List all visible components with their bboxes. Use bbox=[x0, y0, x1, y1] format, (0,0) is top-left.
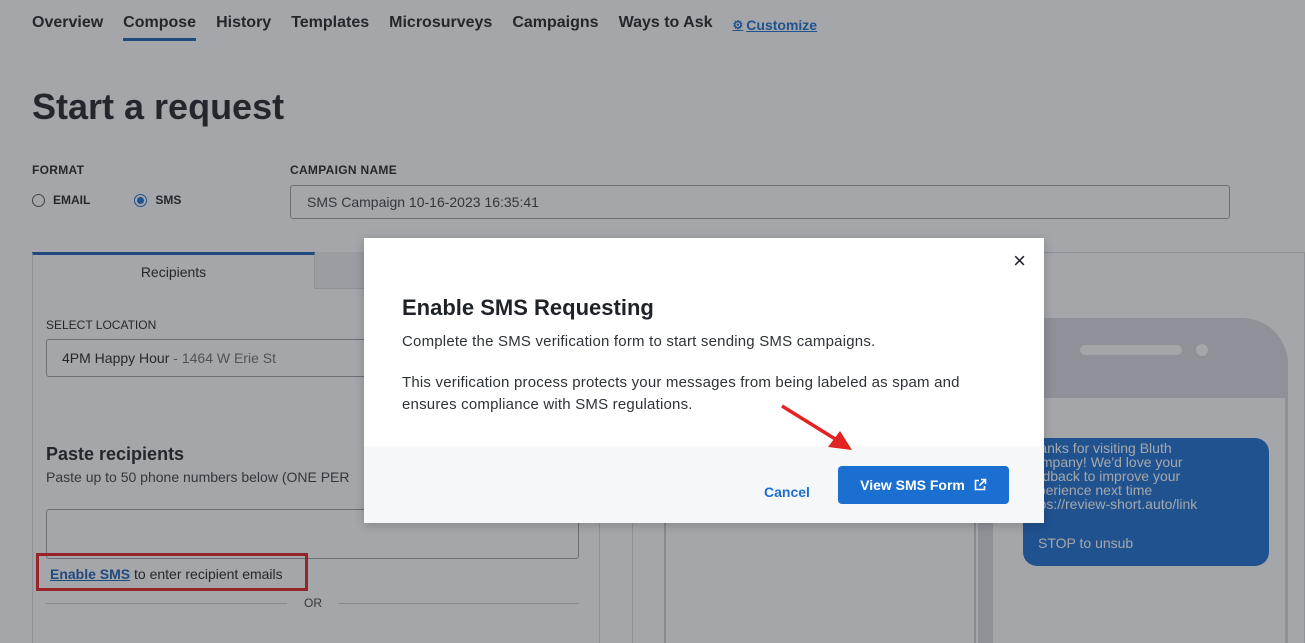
external-link-icon bbox=[974, 478, 987, 491]
modal-footer: Cancel View SMS Form bbox=[364, 446, 1044, 523]
annotation-arrow-icon bbox=[781, 404, 852, 450]
modal-title: Enable SMS Requesting bbox=[402, 295, 654, 320]
modal-details: This verification process protects your … bbox=[402, 374, 960, 413]
view-sms-form-label: View SMS Form bbox=[860, 477, 965, 493]
cancel-button[interactable]: Cancel bbox=[764, 484, 810, 500]
modal-description: Complete the SMS verification form to st… bbox=[402, 333, 876, 350]
enable-sms-modal: × Enable SMS Requesting Complete the SMS… bbox=[364, 238, 1044, 523]
view-sms-form-button[interactable]: View SMS Form bbox=[838, 466, 1009, 504]
close-icon[interactable]: × bbox=[1013, 250, 1026, 272]
